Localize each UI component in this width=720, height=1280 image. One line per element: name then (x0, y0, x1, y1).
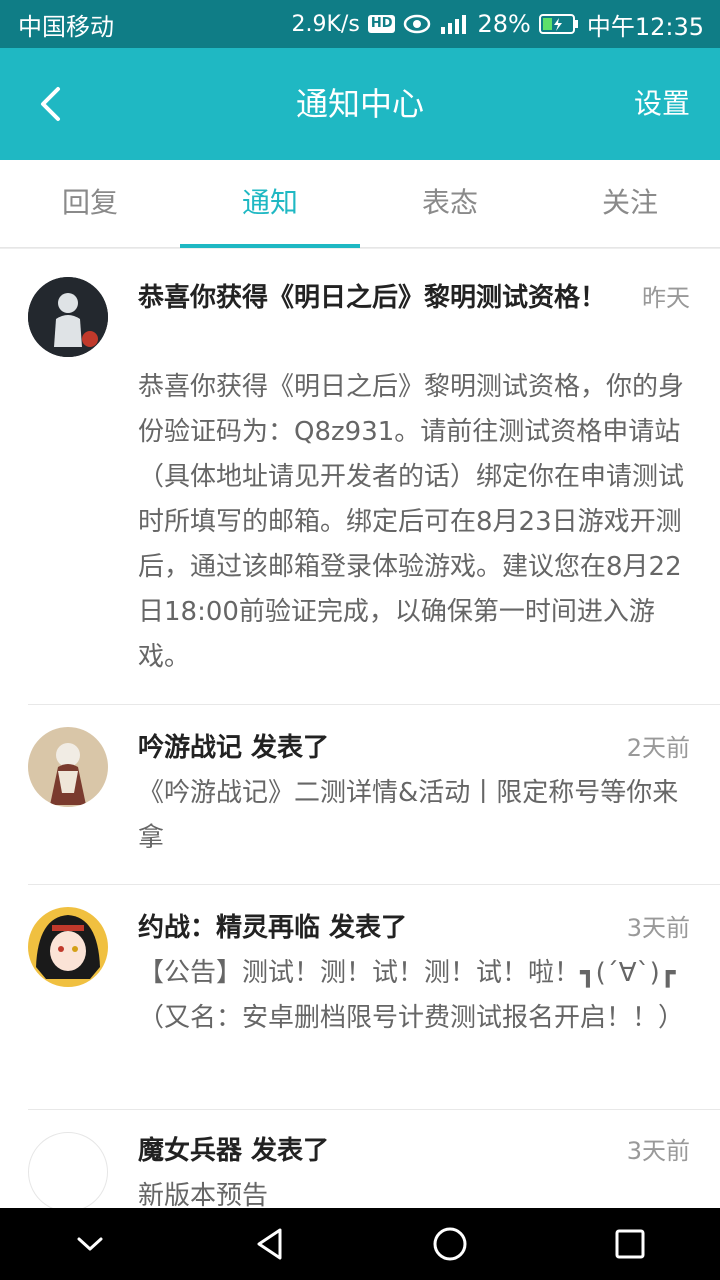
hd-badge: HD (367, 15, 396, 33)
triangle-back-icon (257, 1228, 282, 1260)
status-bar: 中国移动 2.9K/s HD 28% 中午12:35 (0, 0, 720, 48)
notification-title: 恭喜你获得《明日之后》黎明测试资格！ (138, 283, 607, 313)
collapse-button[interactable] (50, 1208, 130, 1280)
signal-icon (439, 13, 469, 35)
tab-follows[interactable]: 关注 (540, 160, 720, 247)
battery-percent: 28% (477, 10, 531, 38)
notification-title: 吟游战记 发表了 (138, 733, 330, 763)
notification-item[interactable]: 约战：精灵再临 发表了 3天前 【公告】测试！测！试！测！试！啦！┓(´∀`)┏… (0, 885, 720, 1109)
system-nav-bar (0, 1208, 720, 1280)
carrier-label: 中国移动 (18, 12, 114, 41)
nav-back-button[interactable] (230, 1208, 310, 1280)
tab-notifications[interactable]: 通知 (180, 160, 360, 248)
tab-replies[interactable]: 回复 (0, 160, 180, 247)
avatar (28, 1132, 108, 1208)
notification-time: 2天前 (626, 734, 690, 762)
tab-bar: 回复 通知 表态 关注 (0, 160, 720, 248)
notification-title: 魔女兵器 发表了 (138, 1136, 330, 1166)
notification-item[interactable]: 魔女兵器 发表了 3天前 新版本预告 (0, 1110, 720, 1208)
notification-title: 约战：精灵再临 发表了 (138, 913, 408, 943)
notification-time: 3天前 (626, 914, 690, 942)
tab-reactions[interactable]: 表态 (360, 160, 540, 247)
notification-time: 昨天 (642, 284, 690, 312)
nav-recent-button[interactable] (590, 1208, 670, 1280)
page-title: 通知中心 (295, 85, 424, 123)
notification-item[interactable]: 恭喜你获得《明日之后》黎明测试资格！ 昨天 恭喜你获得《明日之后》黎明测试资格，… (0, 269, 720, 703)
clock: 中午12:35 (586, 12, 704, 41)
avatar (28, 907, 108, 987)
eye-icon (403, 14, 431, 34)
avatar (28, 277, 108, 357)
square-recent-icon (615, 1229, 645, 1259)
back-button[interactable] (28, 82, 72, 126)
settings-button[interactable]: 设置 (634, 48, 690, 160)
status-icons: 2.9K/s HD 28% 中午12:35 (292, 7, 704, 42)
notification-body: 恭喜你获得《明日之后》黎明测试资格，你的身份验证码为：Q8z931。请前往测试资… (138, 372, 685, 672)
nav-home-button[interactable] (410, 1208, 490, 1280)
notification-list: 恭喜你获得《明日之后》黎明测试资格！ 昨天 恭喜你获得《明日之后》黎明测试资格，… (0, 248, 720, 1208)
notification-body: 新版本预告 (138, 1181, 269, 1208)
notification-time: 3天前 (626, 1137, 690, 1165)
chevron-left-icon (41, 87, 60, 121)
notification-body: 《吟游战记》二测详情&活动丨限定称号等你来拿 (138, 778, 679, 853)
notification-body: 【公告】测试！测！试！测！试！啦！┓(´∀`)┏（又名：安卓删档限号计费测试报名… (138, 958, 685, 1033)
battery-icon (538, 13, 579, 35)
notification-item[interactable]: 吟游战记 发表了 2天前 《吟游战记》二测详情&活动丨限定称号等你来拿 (0, 705, 720, 885)
app-header: 通知中心 设置 (0, 48, 720, 160)
circle-home-icon (433, 1227, 467, 1261)
chevron-down-icon (77, 1237, 103, 1251)
network-speed: 2.9K/s (291, 11, 360, 37)
avatar (28, 727, 108, 807)
